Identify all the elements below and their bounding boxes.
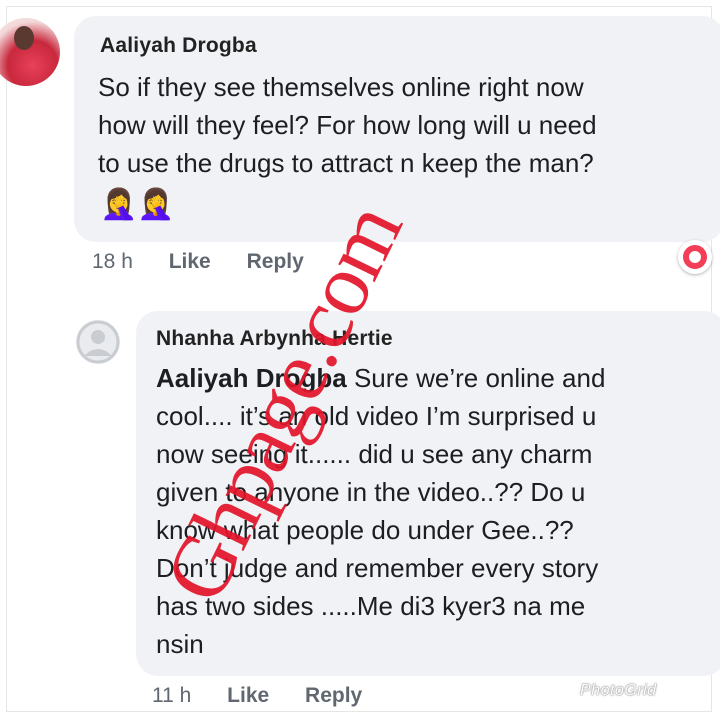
comment-timestamp[interactable]: 18 h <box>92 250 133 273</box>
comment-author[interactable]: Aaliyah Drogba <box>100 34 257 58</box>
like-button[interactable]: Like <box>227 684 269 707</box>
comment-line-3: to use the drugs to attract n keep the m… <box>98 148 594 178</box>
comment-line-1: So if they see themselves online right n… <box>98 72 584 102</box>
photogrid-watermark: PhotoGrid <box>580 682 657 699</box>
comment-text: Sure we’re online and <box>346 363 606 393</box>
reply-button[interactable]: Reply <box>305 684 362 707</box>
comment-line-1: Aaliyah Drogba Sure we’re online and <box>156 359 605 397</box>
love-reaction-icon[interactable] <box>678 240 712 274</box>
comment-meta-2: 11 h Like Reply <box>152 684 392 708</box>
comment-timestamp[interactable]: 11 h <box>152 684 191 707</box>
avatar-aaliyah[interactable] <box>0 18 60 86</box>
facepalm-emoji-icon: 🤦‍♀️🤦‍♀️ <box>100 188 175 221</box>
avatar-placeholder-icon[interactable] <box>76 320 120 364</box>
like-button[interactable]: Like <box>169 250 211 273</box>
comment-line-2: how will they feel? For how long will u … <box>98 110 597 140</box>
comment-line-8: nsin <box>156 629 204 659</box>
